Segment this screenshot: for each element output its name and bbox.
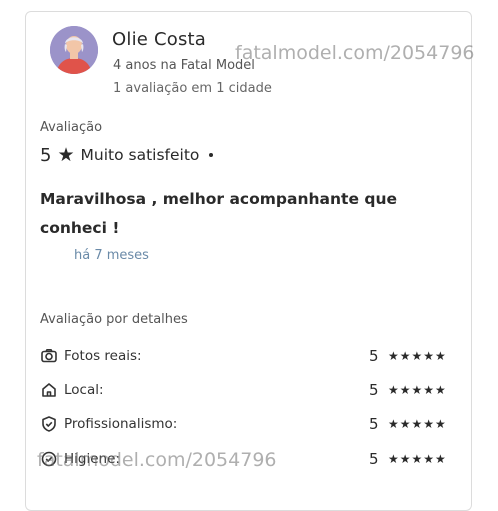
shield-check-icon bbox=[40, 415, 58, 433]
rating-label: Avaliação bbox=[40, 120, 103, 135]
review-time: há 7 meses bbox=[74, 248, 149, 263]
reviewer-tenure: 4 anos na Fatal Model bbox=[113, 58, 255, 73]
detail-stars: ★★★★★ bbox=[388, 452, 447, 466]
reviewer-name: Olie Costa bbox=[112, 29, 207, 50]
detail-label: Profissionalismo: bbox=[64, 416, 178, 432]
home-icon bbox=[40, 381, 58, 399]
dot-separator bbox=[209, 153, 214, 157]
detail-score: 5 bbox=[369, 415, 379, 433]
camera-icon bbox=[40, 347, 58, 365]
avatar bbox=[50, 26, 98, 74]
detail-row-fotos: Fotos reais: 5 ★★★★★ bbox=[40, 346, 460, 366]
review-text: Maravilhosa , melhor acompanhante que co… bbox=[40, 190, 397, 237]
reviewer-summary: 1 avaliação em 1 cidade bbox=[113, 81, 272, 96]
detail-stars: ★★★★★ bbox=[388, 417, 447, 431]
detail-stars: ★★★★★ bbox=[388, 383, 447, 397]
detail-row-local: Local: 5 ★★★★★ bbox=[40, 380, 460, 400]
rating-text: Muito satisfeito bbox=[80, 146, 200, 164]
watermark-top: fatalmodel.com/2054796 bbox=[235, 42, 475, 64]
rating-score: 5 bbox=[40, 144, 52, 166]
detail-score: 5 bbox=[369, 450, 379, 468]
user-avatar-icon bbox=[50, 26, 98, 74]
detail-stars: ★★★★★ bbox=[388, 349, 447, 363]
detail-label: Fotos reais: bbox=[64, 348, 142, 364]
details-title: Avaliação por detalhes bbox=[40, 312, 188, 327]
detail-label: Local: bbox=[64, 382, 104, 398]
detail-score: 5 bbox=[369, 347, 379, 365]
detail-score: 5 bbox=[369, 381, 379, 399]
watermark-bottom: fatalmodel.com/2054796 bbox=[37, 449, 277, 471]
star-icon: ★ bbox=[57, 144, 75, 166]
overall-rating: 5 ★ Muito satisfeito bbox=[40, 143, 214, 167]
detail-row-profissionalismo: Profissionalismo: 5 ★★★★★ bbox=[40, 414, 460, 434]
